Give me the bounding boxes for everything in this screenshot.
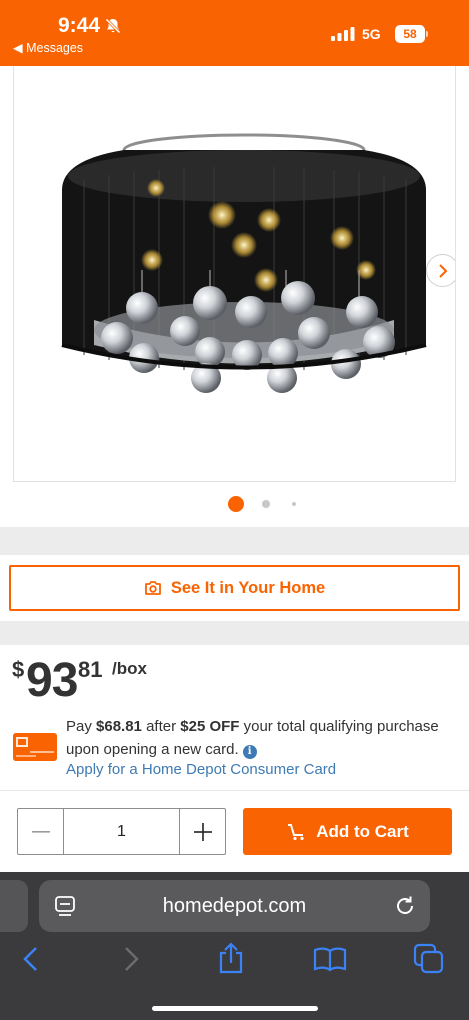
price-unit: /box	[112, 659, 147, 678]
price-dollars: 93	[26, 654, 78, 707]
back-to-messages-link[interactable]: ◀ Messages	[13, 40, 83, 55]
increase-quantity-button[interactable]	[179, 809, 225, 854]
quantity-input[interactable]: 1	[64, 809, 179, 854]
status-bar: 9:44 ◀ Messages 5G 58	[0, 0, 469, 66]
crystal-chandelier-image	[61, 133, 427, 393]
see-it-section: See It in Your Home	[0, 555, 469, 621]
battery-indicator: 58	[395, 25, 425, 43]
share-icon[interactable]	[217, 942, 245, 974]
price-section: $ 93 81 /box Pay $68.81 after $25 OFF yo…	[0, 645, 469, 790]
quantity-stepper: 1	[17, 808, 226, 855]
carousel-dots	[0, 496, 469, 512]
url-text: homedepot.com	[162, 895, 307, 917]
previous-tab-preview[interactable]	[0, 880, 28, 932]
see-it-in-your-home-button[interactable]: See It in Your Home	[9, 565, 460, 611]
tabs-icon[interactable]	[413, 943, 445, 975]
signal-strength-icon	[331, 27, 355, 41]
back-icon[interactable]	[22, 946, 40, 972]
price-cents: 81	[78, 657, 103, 682]
reload-icon[interactable]	[394, 895, 416, 917]
add-to-cart-bar: 1 Add to Cart	[0, 790, 469, 872]
product-image-card	[0, 66, 469, 527]
promo-discount: $25 OFF	[180, 718, 240, 735]
promo-price: $68.81	[96, 718, 142, 735]
product-image-frame[interactable]	[13, 66, 456, 482]
chevron-right-icon	[438, 263, 447, 278]
minus-icon	[31, 830, 50, 833]
carousel-dot[interactable]	[262, 500, 270, 508]
home-indicator[interactable]	[152, 1006, 318, 1011]
add-to-cart-button[interactable]: Add to Cart	[243, 808, 452, 855]
card-promo-text: Pay $68.81 after $25 OFF your total qual…	[66, 715, 456, 761]
promo-text-after: after	[141, 718, 181, 735]
credit-card-icon	[13, 733, 57, 761]
camera-icon	[144, 581, 161, 595]
forward-icon[interactable]	[122, 946, 140, 972]
bookmarks-icon[interactable]	[313, 946, 347, 972]
promo-text-pay: Pay	[66, 718, 97, 735]
bell-muted-icon	[105, 18, 121, 34]
decrease-quantity-button[interactable]	[18, 809, 64, 854]
battery-nub	[426, 31, 428, 37]
status-time: 9:44	[58, 14, 101, 37]
price-currency: $	[12, 657, 25, 682]
carousel-dot-active[interactable]	[228, 496, 244, 512]
address-bar[interactable]: homedepot.com	[39, 880, 430, 932]
see-it-label: See It in Your Home	[170, 578, 326, 597]
next-image-button[interactable]	[426, 254, 455, 287]
network-type: 5G	[362, 26, 381, 42]
plus-icon	[193, 822, 212, 841]
info-icon[interactable]: i	[242, 745, 257, 759]
add-to-cart-label: Add to Cart	[316, 821, 409, 841]
apply-card-link[interactable]: Apply for a Home Depot Consumer Card	[66, 761, 336, 778]
cart-icon	[288, 823, 304, 840]
browser-toolbar: homedepot.com	[0, 872, 469, 1020]
carousel-dot[interactable]	[292, 502, 296, 506]
